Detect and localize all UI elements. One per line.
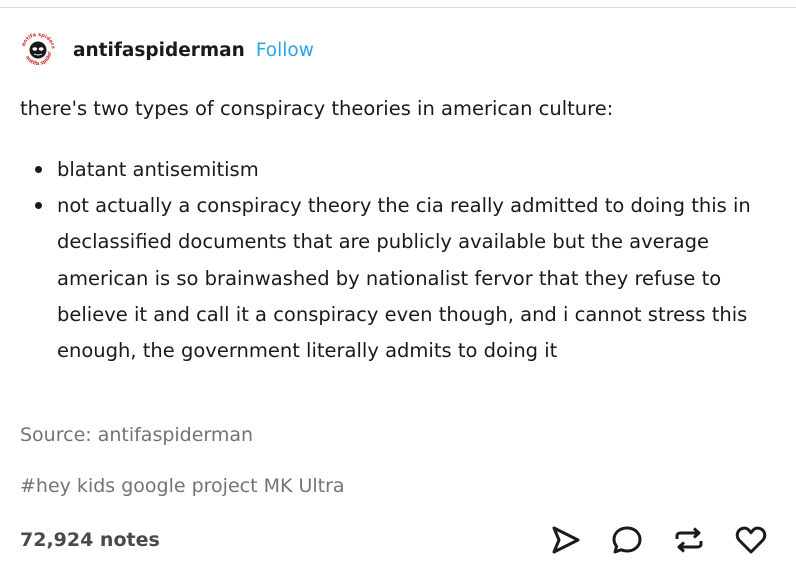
post-source[interactable]: Source: antifaspiderman [20, 424, 253, 446]
post-body-intro: there's two types of conspiracy theories… [20, 97, 614, 120]
post-actions [545, 520, 771, 560]
avatar[interactable]: antifa spiders antifa spiders [18, 30, 58, 70]
reply-bubble-icon[interactable] [607, 520, 647, 560]
follow-button[interactable]: Follow [256, 40, 314, 61]
spider-skull-avatar-icon: antifa spiders antifa spiders [18, 30, 57, 69]
post-list: blatant antisemitism not actually a cons… [20, 152, 790, 369]
reblog-icon[interactable] [669, 520, 709, 560]
send-icon[interactable] [545, 520, 585, 560]
author-username[interactable]: antifaspiderman [73, 40, 245, 61]
post-tag[interactable]: #hey kids google project MK Ultra [20, 475, 345, 497]
heart-icon[interactable] [731, 520, 771, 560]
post-header: antifa spiders antifa spiders antifaspid… [18, 30, 314, 70]
top-divider [0, 7, 796, 8]
notes-count[interactable]: 72,924 notes [20, 529, 160, 551]
list-item: blatant antisemitism [20, 152, 790, 188]
list-item: not actually a conspiracy theory the cia… [20, 188, 790, 369]
